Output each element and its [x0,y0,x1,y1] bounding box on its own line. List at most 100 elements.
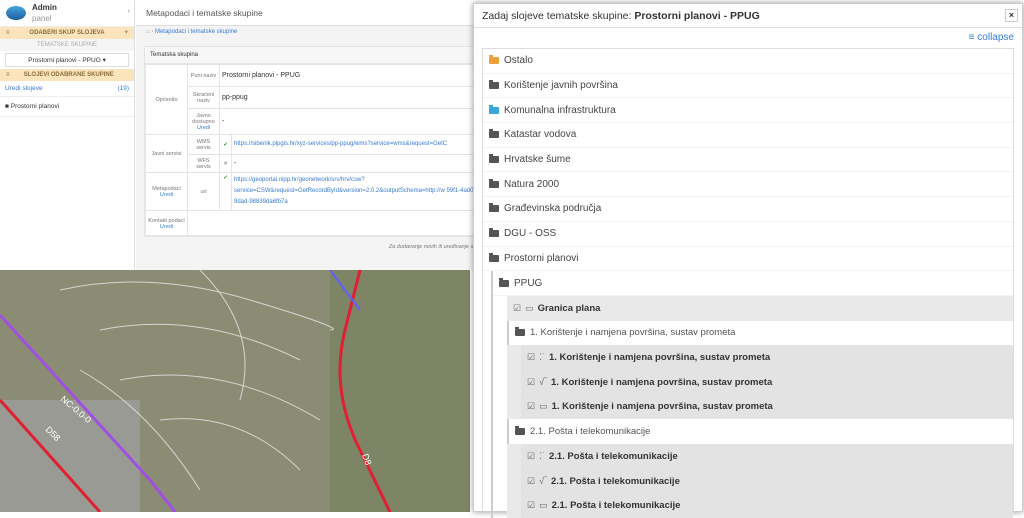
checkbox-checked-icon[interactable]: ☑ [527,476,535,487]
polygon-icon: ▭ [525,302,534,313]
brand-title: Admin [32,2,57,12]
brand: Admin panel ‹ [0,0,134,27]
contact-cell: Kontakt podaci Uredi [145,210,188,237]
edit-contact-link[interactable]: Uredi [160,224,173,230]
folder-sub2[interactable]: 2.1. Pošta i telekomunikacije [507,419,1013,444]
folder-ppug[interactable]: PPUG [493,271,1013,296]
ppug-node: PPUG ☑ ▭ Granica plana 1. Korištenje i nam… [491,271,1013,518]
folder-label: 2.1. Pošta i telekomunikacije [530,426,651,438]
metadata-cell: Metapodaci Uredi [145,172,188,211]
layer-item[interactable]: ☑ √‾ 2.1. Pošta i telekomunikacije [521,469,1013,494]
layers-modal: Zadaj slojeve tematske skupine: Prostorn… [473,3,1023,518]
wms-label: WMS servis [187,134,220,155]
home-icon[interactable]: ⌂ › [146,29,155,35]
checkbox-checked-icon[interactable]: ☑ [513,303,521,314]
checkbox-checked-icon[interactable]: ☑ [527,500,535,511]
folder-label: PPUG [514,277,543,289]
services-label: Javni servisi [145,134,188,173]
check-icon: ✔ [219,134,232,155]
wfs-label: WFS servis [187,154,220,173]
folder-icon [489,228,499,238]
layer-label: 1. Korištenje i namjena površina, sustav… [551,376,773,388]
folder-label: Natura 2000 [504,178,560,190]
metadata-url-link[interactable]: https://geoportal.nipp.hr/geonetwork/srv… [231,172,483,211]
folder-open-icon [515,327,525,337]
choose-set-header[interactable]: ≡ ODABERI SKUP SLOJEVA + [0,27,134,39]
checkbox-checked-icon[interactable]: ☑ [527,401,535,412]
layer-item[interactable]: ☑ ▭ 1. Korištenje i namjena površina, sust… [521,395,1013,420]
folder-item[interactable]: DGU - OSS [483,222,1013,247]
logo-icon [6,6,26,20]
breadcrumb-item[interactable]: Metapodaci i tematske skupine [155,29,237,35]
layer-item[interactable]: ☑ ▭ 2.1. Pošta i telekomunikacije [521,493,1013,518]
short-name-label: Skraćeni naziv [187,86,220,109]
edit-layers-row[interactable]: Uredi slojeve (19) [0,81,134,97]
short-name-value: pp-ppug [219,86,483,109]
folder-item[interactable]: Hrvatske šume [483,148,1013,173]
wms-url-link[interactable]: https://sibenik.pipgis.hr/xyz-services/p… [231,134,483,155]
breadcrumb: ⌂ › Metapodaci i tematske skupine [136,26,476,40]
layers-header: ≡ SLOJEVI ODABRANE SKUPINE [0,69,134,81]
sidebar: Admin panel ‹ ≡ ODABERI SKUP SLOJEVA + TEMAT… [0,0,135,270]
folder-item[interactable]: Prostorni planovi [483,247,1013,272]
layer-label: 2.1. Pošta i telekomunikacije [551,500,681,512]
url-label: url [187,172,220,211]
checkbox-checked-icon[interactable]: ☑ [527,451,535,462]
polygon-icon: ▭ [539,401,548,412]
folder-icon [489,129,499,139]
main-panel: Metapodaci i tematske skupine ⌂ › Metapo… [136,0,484,270]
collapse-label: collapse [977,32,1014,43]
layer-granica[interactable]: ☑ ▭ Granica plana [507,296,1013,321]
layer-tree: Ostalo Korištenje javnih površina Komunaln… [482,48,1014,518]
folder-item[interactable]: Korištenje javnih površina [483,74,1013,99]
general-label: Općenito [145,64,188,135]
edit-layers-link[interactable]: Uredi slojeve [5,85,43,92]
folder-icon [489,80,499,90]
folder-icon [489,55,499,65]
collapse-button[interactable]: ≡ collapse [969,32,1014,43]
edit-metadata-link[interactable]: Uredi [160,192,173,198]
checkbox-checked-icon[interactable]: ☑ [527,377,535,388]
folder-item[interactable]: Građevinska područja [483,197,1013,222]
layers-header-label: SLOJEVI ODABRANE SKUPINE [23,72,114,78]
folder-open-icon [499,277,509,287]
layer-item[interactable]: ☑ √‾ 1. Korištenje i namjena površina, sus… [521,370,1013,395]
public-cell: Javno dostupno Uredi [187,108,220,135]
folder-open-icon [515,426,525,436]
folder-label: Građevinska područja [504,203,602,215]
folder-item[interactable]: Ostalo [483,49,1013,74]
menu-icon: ≡ [6,72,10,78]
folder-sub1[interactable]: 1. Korištenje i namjena površina, sustav… [507,320,1013,346]
close-button[interactable]: × [1005,9,1018,22]
group-item[interactable]: ■ Prostorni planovi [0,97,134,117]
layer-count: (19) [117,85,129,92]
layer-label: 1. Korištenje i namjena površina, sustav… [548,352,771,364]
point-icon: ⁚˙ [539,450,545,461]
group-select[interactable]: Prostorni planovi - PPUG ▾ [5,53,129,67]
layer-label: 2.1. Pošta i telekomunikacije [548,450,678,462]
polygon-icon: ▭ [539,500,548,511]
layer-label: 1. Korištenje i namjena površina, sustav… [551,401,773,413]
collapse-sidebar-icon[interactable]: ‹ [128,8,130,15]
layer-item[interactable]: ☑ ⁚˙ 2.1. Pošta i telekomunikacije [521,444,1013,469]
map-canvas: NC-0.0-0 D58 D8 [0,269,470,513]
add-icon[interactable]: + [124,30,128,36]
layer-item[interactable]: ☑ ⁚˙ 1. Korištenje i namjena površina, sus… [521,345,1013,370]
brand-sub: panel [32,13,52,23]
map[interactable]: NC-0.0-0 D58 D8 [0,269,470,513]
list-icon: ≡ [968,32,975,43]
folder-item[interactable]: Katastar vodova [483,123,1013,148]
thematic-label: TEMATSKE SKUPINE [0,39,134,51]
ppug-children: ☑ ▭ Granica plana 1. Korištenje i namjena … [507,295,1013,518]
checkbox-checked-icon[interactable]: ☑ [527,352,535,363]
folder-item[interactable]: Komunalna infrastruktura [483,98,1013,124]
folder-icon [489,178,499,188]
folder-item[interactable]: Natura 2000 [483,172,1013,198]
check-icon: ✔ [219,172,232,211]
public-value: - [219,108,483,135]
edit-public-link[interactable]: Uredi [197,125,210,131]
cross-icon: ✕ [219,154,232,173]
modal-title: Zadaj slojeve tematske skupine: Prostorn… [474,4,1022,28]
page-title: Metapodaci i tematske skupine [136,0,476,26]
full-name-value: Prostorni planovi - PPUG [219,64,483,87]
